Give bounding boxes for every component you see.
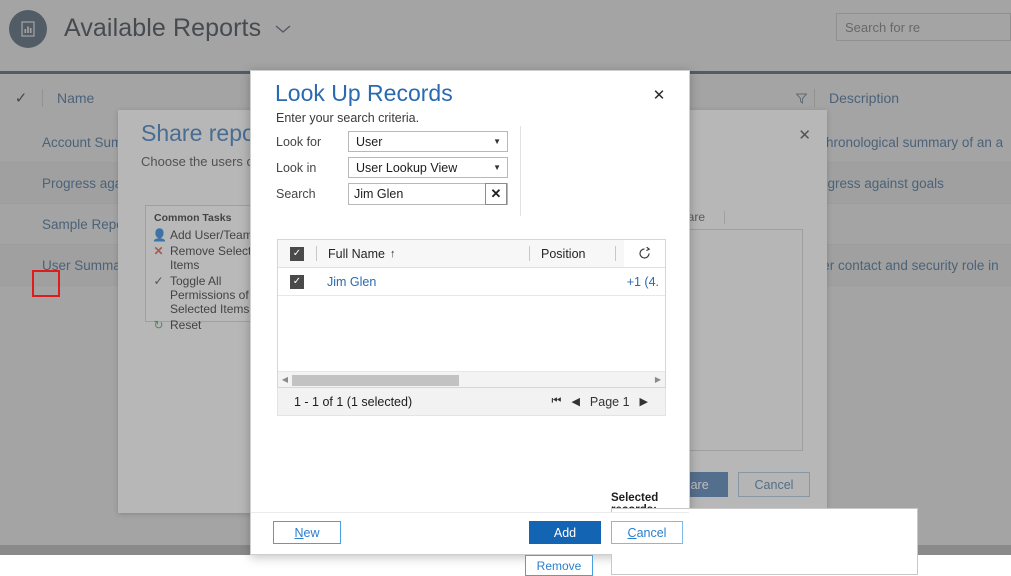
- toggle-check-icon: ✓: [152, 274, 165, 288]
- row-phone: +1 (4.: [627, 275, 665, 289]
- lookup-dialog-subtitle: Enter your search criteria.: [276, 111, 419, 125]
- column-header-full-name-label: Full Name: [328, 247, 385, 261]
- close-icon[interactable]: ✕: [651, 87, 667, 103]
- scrollbar-thumb[interactable]: [292, 375, 459, 386]
- scroll-right-arrow[interactable]: ▶: [651, 375, 665, 384]
- look-for-label: Look for: [276, 135, 348, 149]
- new-button-label: ew: [304, 526, 320, 540]
- pagination-bar: 1 - 1 of 1 (1 selected) ⏮ ◀ Page 1 ▶: [277, 388, 666, 416]
- search-input-value: Jim Glen: [354, 187, 403, 201]
- column-divider: [615, 246, 616, 261]
- column-divider: [724, 211, 725, 224]
- checkbox-checked-icon: ✓: [290, 247, 304, 261]
- caret-down-icon: ▼: [493, 164, 501, 172]
- previous-page-icon[interactable]: ◀: [571, 395, 579, 408]
- user-add-icon: 👤: [152, 228, 165, 242]
- select-all-checkbox[interactable]: ✓: [278, 247, 316, 261]
- results-grid: ✓ Full Name ↑ Position ✓ Jim Glen +1: [277, 239, 666, 388]
- cancel-button-accesskey: C: [628, 526, 637, 540]
- clear-x-icon[interactable]: ✕: [485, 183, 507, 205]
- new-button[interactable]: New: [273, 521, 341, 544]
- column-header-full-name[interactable]: Full Name ↑: [317, 247, 529, 261]
- remove-button[interactable]: Remove: [525, 555, 593, 576]
- checkbox-checked-icon: ✓: [290, 275, 304, 289]
- add-button[interactable]: Add: [529, 521, 601, 544]
- close-icon[interactable]: ✕: [798, 126, 811, 144]
- new-button-accesskey: N: [294, 526, 303, 540]
- page-label: Page 1: [590, 395, 630, 409]
- refresh-icon[interactable]: [624, 240, 665, 267]
- look-in-value: User Lookup View: [356, 161, 457, 175]
- table-row[interactable]: ✓ Jim Glen +1 (4.: [278, 268, 665, 296]
- look-for-value: User: [356, 135, 382, 149]
- share-cancel-button[interactable]: Cancel: [738, 472, 810, 497]
- next-page-icon[interactable]: ▶: [640, 395, 648, 408]
- scrollbar-track[interactable]: [292, 374, 651, 386]
- look-in-label: Look in: [276, 161, 348, 175]
- search-input[interactable]: Jim Glen ✕: [348, 183, 508, 205]
- pagination-controls: ⏮ ◀ Page 1 ▶: [552, 395, 665, 409]
- common-task-label: Reset: [170, 318, 201, 332]
- cancel-button-label: ancel: [637, 526, 667, 540]
- results-grid-header: ✓ Full Name ↑ Position: [278, 240, 665, 268]
- caret-down-icon: ▼: [493, 138, 501, 146]
- sort-ascending-arrow: ↑: [390, 248, 396, 260]
- look-in-row: Look in User Lookup View ▼: [276, 157, 508, 178]
- look-in-select[interactable]: User Lookup View ▼: [348, 157, 508, 178]
- record-count-text: 1 - 1 of 1 (1 selected): [278, 395, 412, 409]
- scroll-left-arrow[interactable]: ◀: [278, 375, 292, 384]
- first-page-icon[interactable]: ⏮: [552, 395, 562, 408]
- column-header-position[interactable]: Position: [530, 247, 615, 261]
- row-checkbox[interactable]: ✓: [278, 275, 316, 289]
- look-up-records-dialog: Look Up Records Enter your search criter…: [250, 70, 690, 555]
- remove-x-icon: ✕: [152, 244, 165, 258]
- horizontal-scrollbar[interactable]: ◀ ▶: [278, 371, 665, 387]
- common-task-label: Add User/Team: [170, 228, 253, 242]
- dialog-footer: New Add Cancel: [251, 512, 689, 554]
- look-for-select[interactable]: User ▼: [348, 131, 508, 152]
- search-row: Search Jim Glen ✕: [276, 183, 508, 205]
- lookup-dialog-title: Look Up Records: [275, 80, 453, 107]
- cancel-button[interactable]: Cancel: [611, 521, 683, 544]
- search-criteria-section: Look for User ▼ Look in User Lookup View…: [251, 126, 521, 216]
- reset-refresh-icon: ↻: [152, 318, 165, 332]
- row-full-name[interactable]: Jim Glen: [316, 275, 528, 289]
- search-label: Search: [276, 187, 348, 201]
- look-for-row: Look for User ▼: [276, 131, 508, 152]
